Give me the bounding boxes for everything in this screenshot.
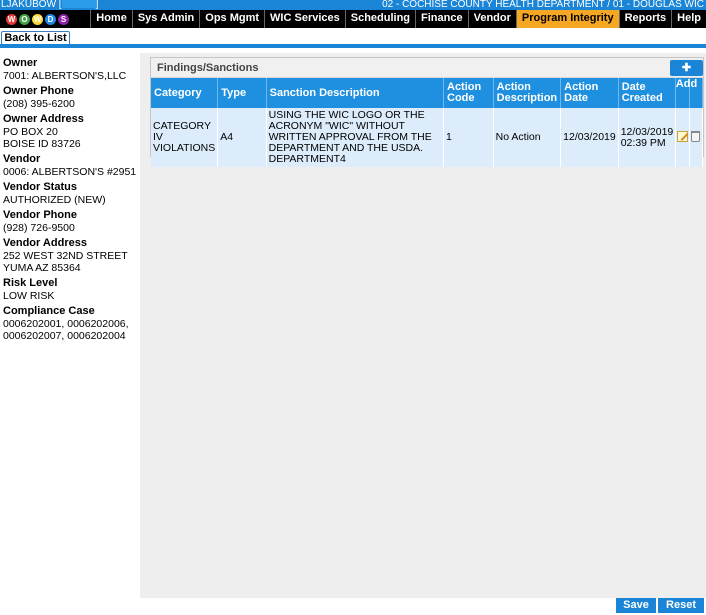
column-header-sanction-description[interactable]: Sanction Description	[266, 78, 445, 108]
nav-item-home[interactable]: Home	[90, 10, 132, 28]
nav-item-ops-mgmt[interactable]: Ops Mgmt	[199, 10, 265, 28]
cell-description: USING THE WIC LOGO OR THE ACRONYM "WIC" …	[266, 108, 445, 167]
main-content: Findings/Sanctions ✚ Add Category Type San…	[140, 53, 706, 598]
info-label: Risk Level	[3, 277, 58, 289]
save-button[interactable]: Save	[616, 598, 656, 613]
cell-action-code: 1	[443, 108, 494, 167]
plus-icon: ✚	[681, 62, 692, 74]
findings-panel-header: Findings/Sanctions ✚ Add	[151, 58, 703, 90]
delete-cell	[689, 108, 704, 167]
user-info: LJAKUBOW []	[1, 0, 99, 10]
info-label: Owner Address	[3, 113, 84, 125]
vendor-info-panel: Owner 7001: ALBERTSON'S,LLC Owner Phone (20…	[0, 53, 140, 342]
logo-letter: W	[6, 14, 17, 25]
column-header-type[interactable]: Type	[217, 78, 267, 108]
cell-action-description: No Action	[493, 108, 562, 167]
info-field-risk-level: Risk Level LOW RISK	[3, 277, 137, 302]
info-value: 0006202001, 0006202006,	[3, 318, 129, 330]
info-label: Owner Phone	[3, 85, 74, 97]
info-field-owner-phone: Owner Phone (208) 395-6200	[3, 85, 137, 110]
add-button-label: Add	[675, 78, 698, 90]
cell-date-created: 12/03/2019 02:39 PM	[618, 108, 677, 167]
location-label: 02 - COCHISE COUNTY HEALTH DEPARTMENT / …	[382, 0, 704, 10]
info-value: 0006: ALBERTSON'S #2951	[3, 166, 137, 178]
logo-letter: S	[58, 14, 69, 25]
info-label: Owner	[3, 57, 38, 69]
column-header-action-date[interactable]: Action Date	[560, 78, 619, 108]
nav-item-sys-admin[interactable]: Sys Admin	[131, 10, 200, 28]
cell-type: A4	[217, 108, 267, 167]
add-button[interactable]: ✚ Add	[670, 60, 703, 90]
username: LJAKUBOW	[1, 0, 57, 10]
footer-bar: Save Reset	[0, 598, 706, 615]
logo-letter: O	[19, 14, 30, 25]
findings-table: Category Type Sanction Description Action C…	[151, 78, 704, 167]
column-header-date-created[interactable]: Date Created	[618, 78, 677, 108]
info-label: Vendor Phone	[3, 209, 77, 221]
edit-icon[interactable]	[677, 130, 689, 142]
findings-title: Findings/Sanctions	[157, 62, 259, 74]
column-header-category[interactable]: Category	[151, 78, 219, 108]
info-value: 0006202007, 0006202004	[3, 330, 126, 342]
info-value: (208) 395-6200	[3, 98, 75, 110]
info-label: Vendor	[3, 153, 41, 165]
info-label: Compliance Case	[3, 305, 95, 317]
nav-item-finance[interactable]: Finance	[415, 10, 468, 28]
info-value: (928) 726-9500	[3, 222, 75, 234]
nav-item-reports[interactable]: Reports	[618, 10, 672, 28]
nav-item-scheduling[interactable]: Scheduling	[344, 10, 416, 28]
column-header-action-code[interactable]: Action Code	[443, 78, 494, 108]
edit-cell	[675, 108, 690, 167]
info-value: 252 WEST 32ND STREET	[3, 250, 128, 262]
trash-icon[interactable]	[691, 130, 701, 142]
info-field-vendor-phone: Vendor Phone (928) 726-9500	[3, 209, 137, 234]
logo-letter: W	[32, 14, 43, 25]
info-label: Vendor Status	[3, 181, 77, 193]
info-field-owner: Owner 7001: ALBERTSON'S,LLC	[3, 57, 137, 82]
nav-item-vendor[interactable]: Vendor	[467, 10, 516, 28]
main-menu: Home Sys Admin Ops Mgmt WIC Services Schedul…	[90, 10, 706, 28]
info-value: LOW RISK	[3, 290, 55, 302]
info-value: PO BOX 20	[3, 126, 58, 138]
info-value: 7001: ALBERTSON'S,LLC	[3, 70, 127, 82]
info-value: YUMA AZ 85364	[3, 262, 81, 274]
logo-letter: D	[45, 14, 56, 25]
info-field-vendor-address: Vendor Address 252 WEST 32ND STREET YUMA A…	[3, 237, 137, 274]
info-field-vendor-status: Vendor Status AUTHORIZED (NEW)	[3, 181, 137, 206]
info-field-owner-address: Owner Address PO BOX 20 BOISE ID 83726	[3, 113, 137, 150]
user-full-name-hidden	[61, 0, 96, 9]
info-label: Vendor Address	[3, 237, 87, 249]
info-value: BOISE ID 83726	[3, 138, 81, 150]
info-value: AUTHORIZED (NEW)	[3, 194, 106, 206]
nav-item-program-integrity[interactable]: Program Integrity	[515, 10, 619, 28]
nav-item-wic-services[interactable]: WIC Services	[264, 10, 345, 28]
info-field-vendor: Vendor 0006: ALBERTSON'S #2951	[3, 153, 137, 178]
column-header-action-description[interactable]: Action Description	[493, 78, 562, 108]
cell-category: CATEGORY IV VIOLATIONS	[151, 108, 219, 167]
reset-button[interactable]: Reset	[658, 598, 704, 613]
findings-panel: Findings/Sanctions ✚ Add Category Type San…	[150, 57, 704, 167]
cell-action-date: 12/03/2019	[560, 108, 619, 167]
divider-line	[0, 44, 706, 48]
app-logo[interactable]: WOWDS	[0, 10, 78, 28]
table-header-row: Category Type Sanction Description Action C…	[151, 78, 704, 108]
nav-item-help[interactable]: Help	[671, 10, 706, 28]
table-row[interactable]: CATEGORY IV VIOLATIONS A4 USING THE WIC LO…	[151, 108, 704, 167]
top-status-bar: LJAKUBOW [] 02 - COCHISE COUNTY HEALTH D…	[0, 0, 706, 10]
info-field-compliance-case: Compliance Case 0006202001, 0006202006, 00…	[3, 305, 137, 342]
